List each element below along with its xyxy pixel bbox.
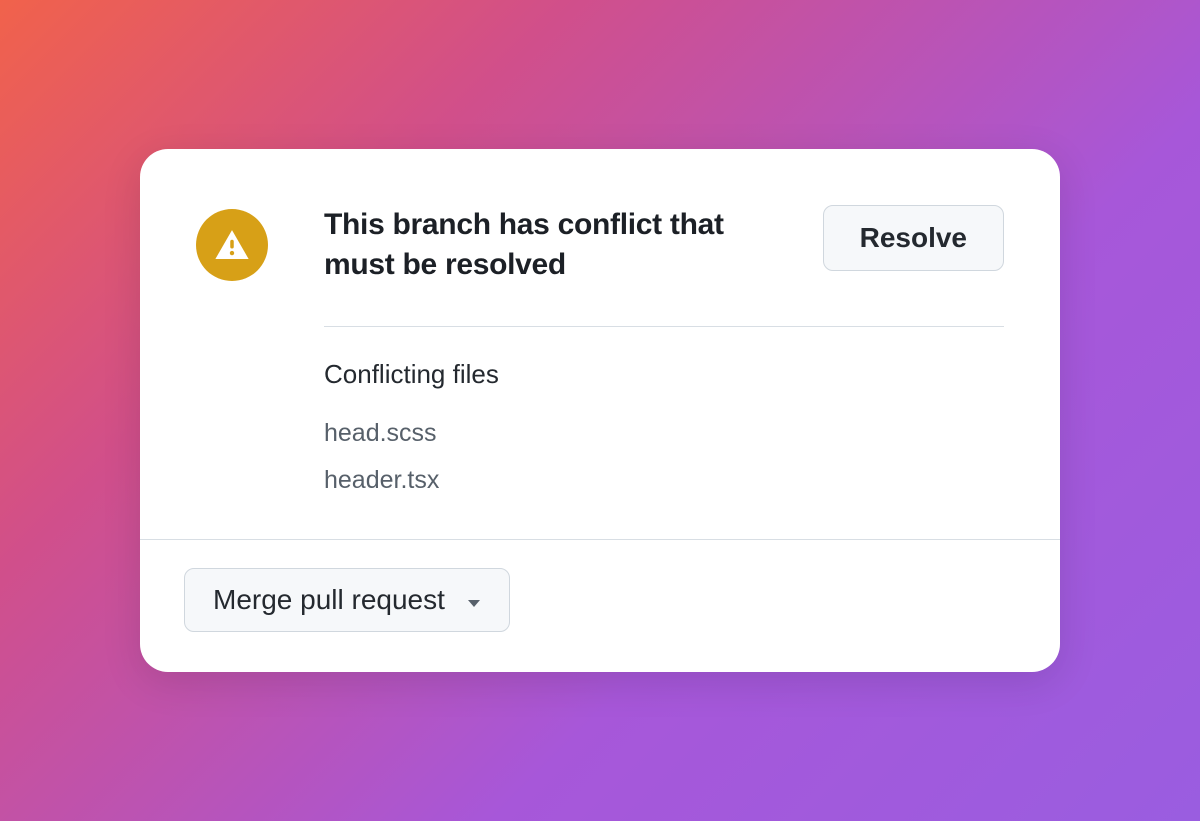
conflict-title: This branch has conflict that must be re… — [324, 205, 793, 286]
panel-footer: Merge pull request — [140, 539, 1060, 673]
conflicting-file-list: head.scss header.tsx — [324, 420, 1004, 495]
conflicting-files-heading: Conflicting files — [324, 359, 1004, 390]
merge-pull-request-button[interactable]: Merge pull request — [184, 568, 510, 633]
panel-body: This branch has conflict that must be re… — [140, 149, 1060, 539]
divider — [324, 326, 1004, 327]
merge-button-label: Merge pull request — [213, 585, 445, 616]
merge-conflict-panel: This branch has conflict that must be re… — [140, 149, 1060, 673]
resolve-button[interactable]: Resolve — [823, 205, 1004, 271]
conflicting-file-item: header.tsx — [324, 467, 1004, 495]
warning-icon — [196, 209, 268, 281]
caret-down-icon — [467, 585, 481, 616]
conflicting-file-item: head.scss — [324, 420, 1004, 448]
